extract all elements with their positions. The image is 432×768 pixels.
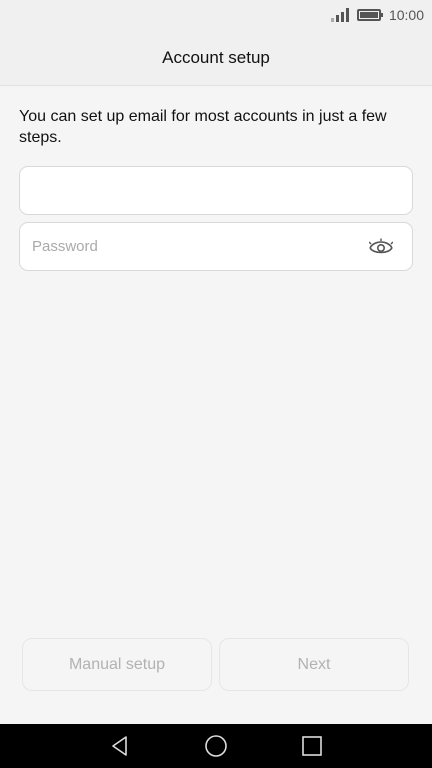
recents-icon[interactable] bbox=[299, 733, 325, 759]
email-field[interactable] bbox=[20, 167, 412, 214]
status-bar: 10:00 bbox=[0, 0, 432, 30]
signal-icon bbox=[330, 8, 349, 22]
header: Account setup bbox=[0, 30, 432, 86]
navigation-bar bbox=[0, 724, 432, 768]
intro-text: You can set up email for most accounts i… bbox=[19, 108, 387, 146]
battery-icon bbox=[356, 9, 383, 21]
next-button[interactable]: Next bbox=[219, 638, 409, 691]
password-field[interactable] bbox=[20, 223, 412, 270]
password-field-container bbox=[19, 222, 413, 271]
email-field-container bbox=[19, 166, 413, 215]
manual-setup-button[interactable]: Manual setup bbox=[22, 638, 212, 691]
home-icon[interactable] bbox=[203, 733, 229, 759]
status-time: 10:00 bbox=[388, 7, 424, 23]
page-title: Account setup bbox=[162, 47, 270, 67]
account-setup-screen: 10:00 Account setup You can set up email… bbox=[0, 0, 432, 768]
back-icon[interactable] bbox=[107, 733, 133, 759]
eye-icon[interactable] bbox=[368, 236, 394, 258]
